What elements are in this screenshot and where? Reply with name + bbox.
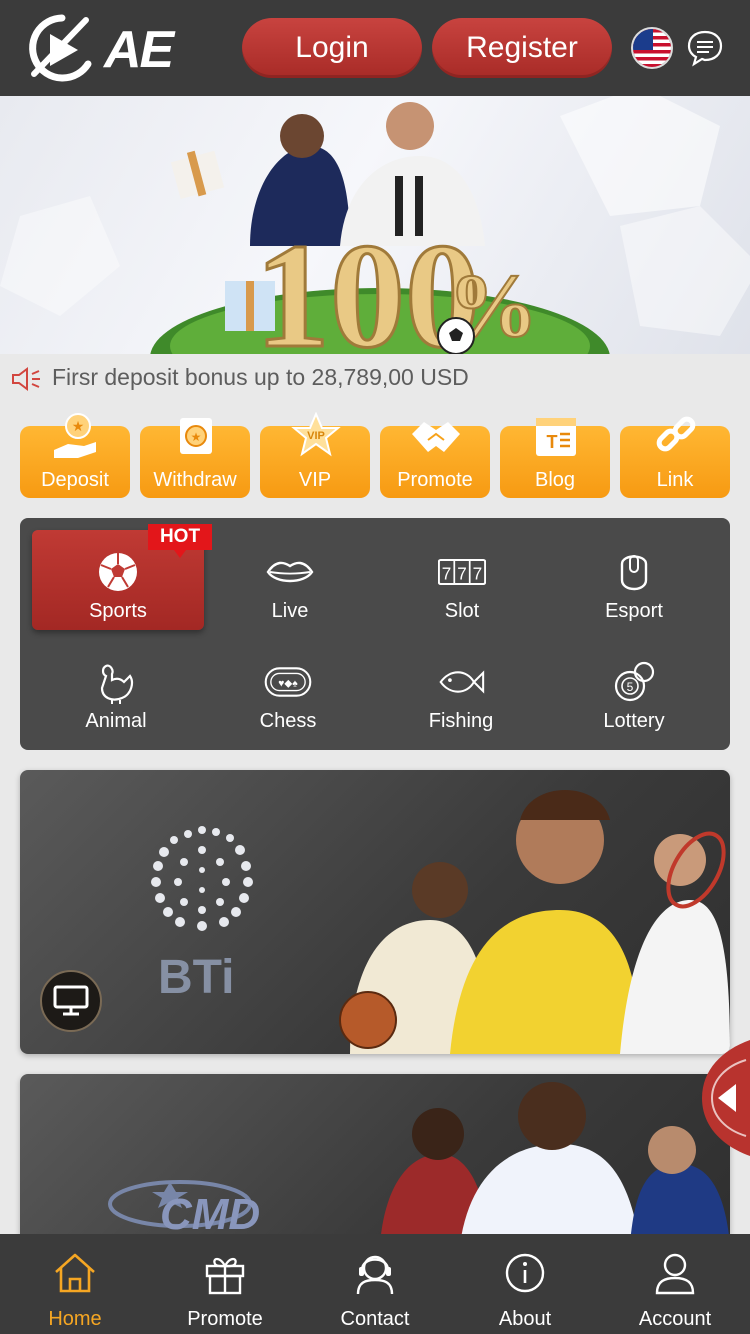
category-label: Fishing [428,710,494,732]
cards-icon: ♥◆♠ [264,667,312,697]
vip-icon: VIP [291,412,341,457]
svg-text:T: T [547,432,558,452]
logo-text: AE [104,21,174,79]
rooster-icon [100,664,133,704]
announcement-bar: Firsr deposit bonus up to 28,789,00 USD [0,356,750,400]
category-label: Sports [89,600,147,622]
svg-text:♥◆♠: ♥◆♠ [278,678,298,689]
link-icon [656,416,696,452]
nav-account[interactable]: Account [600,1234,750,1334]
provider-name: CMD [160,1190,261,1239]
category-fishing[interactable]: Fishing [375,640,547,740]
bottom-nav: Home Promote Contact About Account [0,1234,750,1334]
logo[interactable]: AE [22,12,174,84]
nav-label: Home [48,1308,102,1330]
category-label: Animal [85,710,147,732]
mouse-icon [620,555,648,591]
hot-badge: HOT [148,524,212,558]
side-drawer-toggle[interactable] [702,1040,750,1156]
link-button[interactable]: Link [620,416,730,498]
nav-contact[interactable]: Contact [300,1234,450,1334]
nav-label: About [498,1308,552,1330]
chat-icon[interactable] [686,29,724,67]
logo-play-icon [29,14,92,82]
vip-button[interactable]: VIP VIP [260,412,370,498]
fish-icon [439,670,485,694]
banner-artwork: 100 % [0,96,750,354]
nav-about[interactable]: About [450,1234,600,1334]
deposit-icon: ★ [54,413,96,458]
link-label: Link [656,469,694,491]
withdraw-button[interactable]: ★ Withdraw [140,418,250,498]
blog-button[interactable]: T Blog [500,418,610,498]
category-esport[interactable]: Esport [548,530,720,630]
svg-text:★: ★ [72,418,85,434]
nav-home[interactable]: Home [0,1234,150,1334]
home-icon [55,1253,95,1293]
svg-text:VIP: VIP [307,430,325,442]
svg-text:7: 7 [442,564,452,584]
announcement-text: Firsr deposit bonus up to 28,789,00 USD [52,364,469,390]
monitor-icon [53,985,89,1016]
soccer-ball-icon [99,553,137,591]
category-label: Live [271,600,309,622]
provider-name: BTi [158,951,235,1004]
nav-promote[interactable]: Promote [150,1234,300,1334]
lips-icon [266,561,314,583]
provider-artwork [151,790,730,1054]
promo-banner[interactable]: 100 % [0,96,750,354]
vip-label: VIP [298,469,332,491]
us-flag-icon[interactable] [631,27,673,69]
provider-card-cmd[interactable]: CMD [20,1074,730,1244]
nav-label: Contact [340,1308,410,1330]
blog-icon: T [536,418,576,456]
register-button[interactable]: Register [432,18,612,78]
slot-777-icon: 7 7 7 [438,558,486,586]
category-chess[interactable]: ♥◆♠ Chess [202,640,374,740]
gift-icon [205,1257,245,1295]
deposit-button[interactable]: ★ Deposit [20,413,130,498]
category-live[interactable]: Live [204,530,376,630]
promote-label: Promote [397,469,473,491]
provider-artwork [108,1082,730,1244]
category-label: Chess [259,710,317,732]
speaker-icon [12,367,40,391]
nav-label: Promote [187,1308,263,1330]
category-lottery[interactable]: 5 Lottery [548,640,720,740]
category-label: Slot [444,600,480,622]
blog-label: Blog [534,469,576,491]
category-label: Esport [605,600,663,622]
lottery-ball-icon: 5 [614,661,655,702]
handshake-icon [412,422,460,452]
promote-button[interactable]: Promote [380,422,490,498]
monitor-button[interactable] [40,970,102,1032]
info-icon [505,1253,545,1293]
category-label: Lottery [603,710,665,732]
withdraw-label: Withdraw [153,469,237,491]
svg-text:★: ★ [191,430,202,444]
withdraw-icon: ★ [180,418,212,454]
svg-text:7: 7 [473,564,483,584]
support-icon [356,1255,394,1295]
nav-label: Account [638,1308,712,1330]
category-animal[interactable]: Animal [30,640,202,740]
game-category-panel: Sports Live 7 7 7 Slot Esport Animal ♥◆♠… [20,518,730,750]
svg-text:7: 7 [457,564,467,584]
provider-card-bti[interactable]: BTi [20,770,730,1054]
category-slot[interactable]: 7 7 7 Slot [376,530,548,630]
deposit-label: Deposit [41,469,109,491]
header: AE Login Register [0,0,750,96]
svg-text:5: 5 [627,680,634,694]
user-icon [655,1253,695,1295]
login-button[interactable]: Login [242,18,422,78]
